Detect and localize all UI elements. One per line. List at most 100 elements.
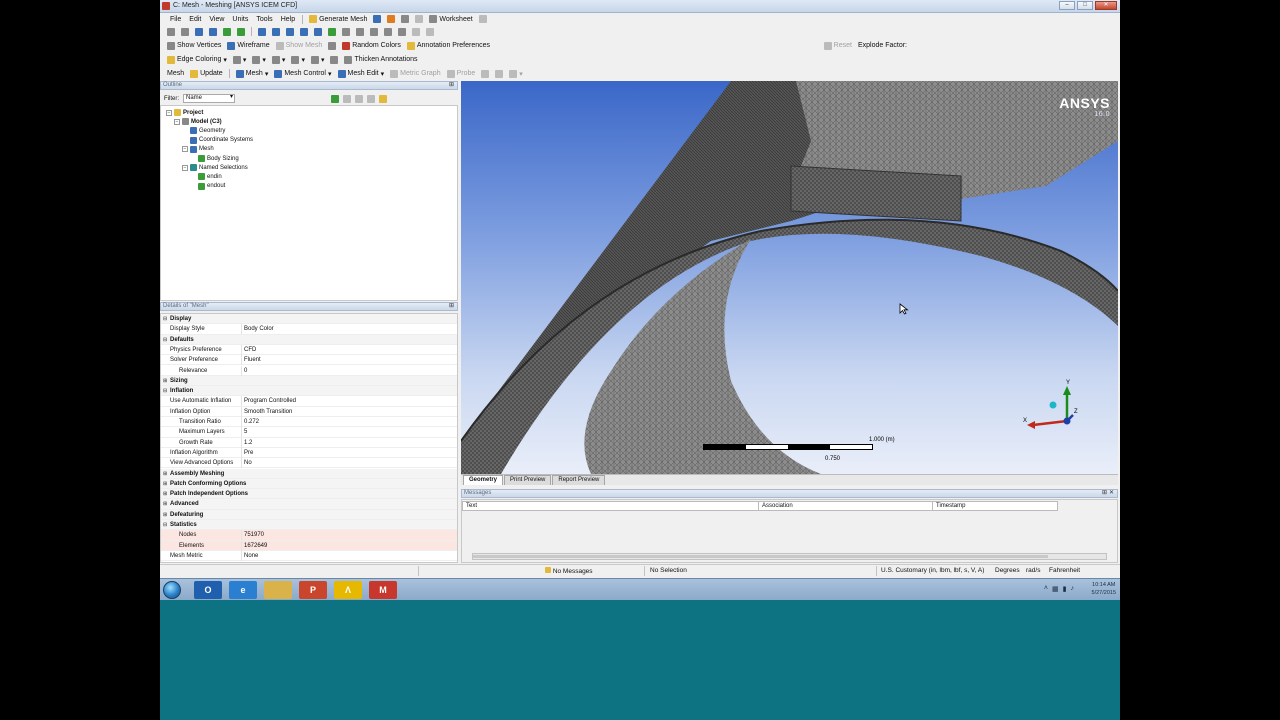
menu-help[interactable]: Help	[277, 16, 299, 23]
next-view-button[interactable]	[353, 27, 367, 37]
category-toggle-icon[interactable]: ⊟	[163, 386, 167, 396]
units-status[interactable]: U.S. Customary (in, lbm, lbf, s, V, A)	[881, 567, 984, 574]
power-icon[interactable]: ▮	[1063, 585, 1067, 593]
category-toggle-icon[interactable]: ⊟	[163, 314, 167, 324]
pan-button[interactable]	[269, 27, 283, 37]
lock-button[interactable]	[395, 27, 409, 37]
mesh-control-dropdown[interactable]: Mesh Control ▾	[271, 69, 334, 79]
temperature-units[interactable]: Fahrenheit	[1049, 567, 1080, 574]
wireframe-button[interactable]: Wireframe	[224, 41, 272, 51]
previous-view-button[interactable]	[339, 27, 353, 37]
show-vertices-button[interactable]: Show Vertices	[164, 41, 224, 51]
column-association[interactable]: Association	[758, 501, 933, 511]
expand-all-icon[interactable]	[343, 94, 351, 103]
probe-option-2-button[interactable]	[492, 69, 506, 79]
details-category[interactable]: ⊞ Defeaturing	[161, 509, 457, 520]
property-value[interactable]: 0	[244, 366, 247, 376]
tree-node[interactable]: − Model (C3)	[174, 118, 222, 126]
expand-toggle-icon[interactable]: −	[182, 164, 188, 171]
category-toggle-icon[interactable]: ⊞	[163, 376, 167, 386]
menu-edit[interactable]: Edit	[185, 16, 205, 23]
category-toggle-icon[interactable]: ⊞	[163, 479, 167, 489]
category-toggle-icon[interactable]: ⊞	[163, 469, 167, 479]
mesh-edit-dropdown[interactable]: Mesh Edit ▾	[335, 69, 388, 79]
pin-icon[interactable]: ⊞	[449, 303, 454, 310]
menu-view[interactable]: View	[205, 16, 228, 23]
category-toggle-icon[interactable]: ⊞	[163, 499, 167, 509]
show-errors-button[interactable]	[384, 14, 398, 24]
tree-options-icon[interactable]	[379, 94, 387, 103]
graphics-viewport[interactable]: ANSYS 16.0 1.000 (m) 0.750 Y Z X	[461, 81, 1118, 474]
start-button[interactable]	[163, 581, 181, 599]
details-category[interactable]: ⊟ Defaults	[161, 334, 457, 345]
property-value[interactable]: CFD	[244, 345, 256, 355]
show-mesh-button[interactable]: Show Mesh	[273, 41, 326, 51]
edge-style-4-button[interactable]: ▾	[288, 55, 308, 65]
taskbar-ansys-icon[interactable]: Λ	[334, 581, 362, 599]
details-row[interactable]: Mesh Metric None	[161, 550, 457, 562]
probe-button[interactable]: Probe	[444, 69, 479, 79]
annotation-prefs-button[interactable]: Annotation Preferences	[404, 41, 493, 51]
volume-icon[interactable]: ♪	[1071, 585, 1075, 593]
zoom-button[interactable]	[283, 27, 297, 37]
tree-node[interactable]: Coordinate Systems	[182, 136, 253, 144]
magnifier-button[interactable]	[325, 27, 339, 37]
tree-node[interactable]: endout	[190, 182, 225, 190]
tab-geometry[interactable]: Geometry	[463, 475, 504, 485]
column-text[interactable]: Text	[462, 501, 759, 511]
details-row[interactable]: Solver Preference Fluent	[161, 355, 457, 366]
category-toggle-icon[interactable]: ⊞	[163, 489, 167, 499]
filter-select[interactable]: Name	[183, 94, 235, 103]
print-button[interactable]	[412, 14, 426, 24]
messages-status[interactable]: No Messages	[545, 567, 593, 575]
tag-button[interactable]	[409, 27, 423, 37]
horizontal-scrollbar[interactable]	[472, 553, 1107, 560]
details-row[interactable]: Inflation Option Smooth Transition	[161, 406, 457, 417]
taskbar-powerpoint-icon[interactable]: P	[299, 581, 327, 599]
pin-icon[interactable]: ⊞	[1102, 490, 1107, 497]
mesh-dropdown[interactable]: Mesh ▾	[233, 69, 272, 79]
edge-style-3-button[interactable]: ▾	[269, 55, 289, 65]
details-category[interactable]: ⊟ Display	[161, 314, 457, 325]
help-pointer-button[interactable]	[476, 14, 490, 24]
details-row[interactable]: Growth Rate 1.2	[161, 437, 457, 448]
property-value[interactable]: None	[244, 551, 258, 561]
taskbar-explorer-icon[interactable]	[264, 581, 292, 599]
rotate-button[interactable]	[255, 27, 269, 37]
category-toggle-icon[interactable]: ⊞	[163, 510, 167, 520]
tray-arrow-icon[interactable]: ˄	[1044, 585, 1048, 593]
iso-view-button[interactable]	[367, 27, 381, 37]
triad-axes-icon[interactable]	[1019, 381, 1079, 441]
zoom-fit-button[interactable]	[311, 27, 325, 37]
column-timestamp[interactable]: Timestamp	[932, 501, 1058, 511]
title-bar[interactable]: C: Mesh - Meshing [ANSYS ICEM CFD] – □ ✕	[160, 0, 1120, 13]
property-value[interactable]: 1.2	[244, 438, 252, 448]
collapse-env-icon[interactable]	[367, 94, 375, 103]
edge-coloring-button[interactable]: Edge Coloring ▾	[164, 55, 230, 65]
select-face-button[interactable]	[220, 27, 234, 37]
align-button[interactable]	[398, 14, 412, 24]
preview-button[interactable]	[370, 14, 384, 24]
menu-tools[interactable]: Tools	[252, 16, 276, 23]
edge-style-2-button[interactable]: ▾	[249, 55, 269, 65]
select-edge-button[interactable]	[206, 27, 220, 37]
property-value[interactable]: Pre	[244, 448, 253, 458]
tab-report-preview[interactable]: Report Preview	[552, 475, 606, 485]
viewport-button[interactable]	[423, 27, 437, 37]
details-row[interactable]: Transition Ratio 0.272	[161, 417, 457, 428]
pin-icon[interactable]: ⊞	[449, 82, 454, 89]
details-category[interactable]: ⊞ Sizing	[161, 375, 457, 387]
menu-file[interactable]: File	[166, 16, 185, 23]
close-button[interactable]: ✕	[1095, 1, 1117, 10]
edge-style-6-button[interactable]	[327, 55, 341, 65]
details-row[interactable]: Inflation Algorithm Pre	[161, 447, 457, 459]
network-icon[interactable]: ▦	[1052, 585, 1059, 593]
angle-units[interactable]: Degrees	[995, 567, 1020, 574]
edge-style-5-button[interactable]: ▾	[308, 55, 328, 65]
close-icon[interactable]: ✕	[1109, 490, 1114, 497]
property-value[interactable]: 751970	[244, 530, 264, 540]
minimize-button[interactable]: –	[1059, 1, 1075, 10]
tree-node[interactable]: − Named Selections	[182, 164, 248, 172]
clock[interactable]: 10:14 AM 5/27/2015	[1092, 581, 1116, 597]
details-row[interactable]: View Advanced Options No	[161, 458, 457, 469]
